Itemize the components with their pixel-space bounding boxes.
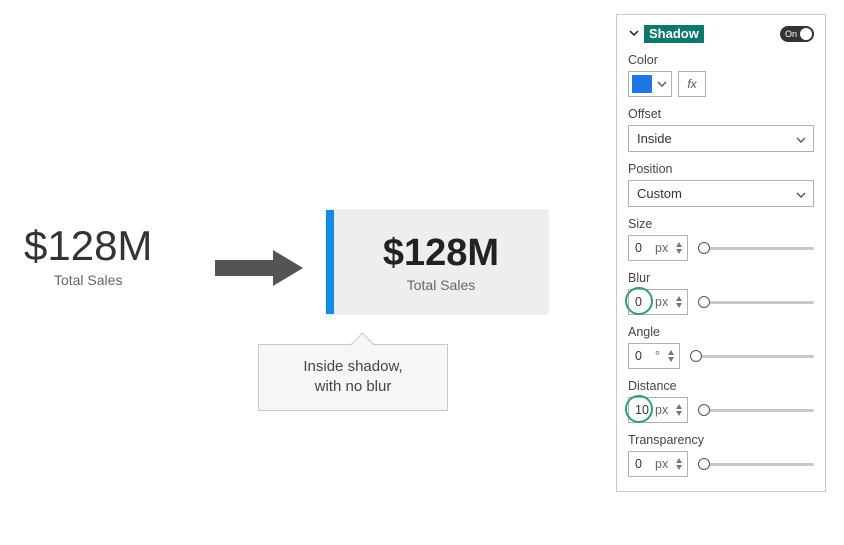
blur-slider[interactable] — [698, 294, 814, 310]
pane-header: Shadow On — [628, 25, 814, 43]
spinner-up-icon[interactable] — [675, 295, 683, 302]
spinner-down-icon[interactable] — [675, 464, 683, 471]
offset-value: Inside — [637, 131, 672, 146]
spinner-down-icon[interactable] — [675, 410, 683, 417]
color-picker[interactable] — [628, 71, 672, 97]
position-label: Position — [628, 162, 814, 176]
transparency-slider[interactable] — [698, 456, 814, 472]
size-label: Size — [628, 217, 814, 231]
angle-value: 0 — [635, 349, 649, 363]
transparency-input[interactable]: 0 px — [628, 451, 688, 477]
section-title: Shadow — [644, 25, 704, 43]
distance-slider[interactable] — [698, 402, 814, 418]
position-dropdown[interactable]: Custom — [628, 180, 814, 207]
angle-slider[interactable] — [690, 348, 814, 364]
spinner-up-icon[interactable] — [675, 241, 683, 248]
card-before-label: Total Sales — [24, 272, 152, 288]
tooltip-line1: Inside shadow, — [303, 358, 402, 375]
card-after-label: Total Sales — [407, 277, 475, 293]
blur-label: Blur — [628, 271, 814, 285]
chevron-down-icon — [656, 78, 668, 90]
card-before-value: $128M — [24, 222, 152, 270]
transparency-label: Transparency — [628, 433, 814, 447]
spinner-down-icon[interactable] — [675, 248, 683, 255]
fx-button[interactable]: fx — [678, 71, 706, 97]
offset-label: Offset — [628, 107, 814, 121]
distance-input[interactable]: 10 px — [628, 397, 688, 423]
size-value: 0 — [635, 241, 649, 255]
canvas-area: $128M Total Sales $128M Total Sales Insi… — [0, 0, 610, 545]
shadow-properties-pane: Shadow On Color fx Offset Inside Positio… — [616, 14, 826, 492]
card-before: $128M Total Sales — [24, 222, 152, 288]
transparency-value: 0 — [635, 457, 649, 471]
toggle-label: On — [785, 29, 797, 39]
size-slider[interactable] — [698, 240, 814, 256]
spinner-up-icon[interactable] — [675, 457, 683, 464]
tooltip-line2: with no blur — [315, 378, 392, 395]
size-unit: px — [655, 241, 668, 255]
annotation-tooltip: Inside shadow, with no blur — [258, 344, 448, 411]
chevron-down-icon[interactable] — [628, 27, 640, 42]
card-after: $128M Total Sales — [326, 210, 548, 314]
spinner-up-icon[interactable] — [667, 349, 675, 356]
angle-unit: ° — [655, 349, 660, 363]
distance-unit: px — [655, 403, 668, 417]
angle-input[interactable]: 0 ° — [628, 343, 680, 369]
chevron-down-icon — [795, 189, 807, 201]
angle-label: Angle — [628, 325, 814, 339]
spinner-up-icon[interactable] — [675, 403, 683, 410]
highlight-circle-icon — [625, 395, 653, 423]
transparency-unit: px — [655, 457, 668, 471]
card-after-value: $128M — [383, 232, 499, 275]
distance-label: Distance — [628, 379, 814, 393]
offset-dropdown[interactable]: Inside — [628, 125, 814, 152]
spinner-down-icon[interactable] — [675, 302, 683, 309]
position-value: Custom — [637, 186, 682, 201]
spinner-down-icon[interactable] — [667, 356, 675, 363]
color-label: Color — [628, 53, 814, 67]
highlight-circle-icon — [625, 287, 653, 315]
chevron-down-icon — [795, 134, 807, 146]
size-input[interactable]: 0 px — [628, 235, 688, 261]
shadow-toggle[interactable]: On — [780, 26, 814, 42]
color-swatch — [632, 75, 652, 93]
blur-unit: px — [655, 295, 668, 309]
blur-input[interactable]: 0 px — [628, 289, 688, 315]
arrow-icon — [215, 246, 305, 290]
